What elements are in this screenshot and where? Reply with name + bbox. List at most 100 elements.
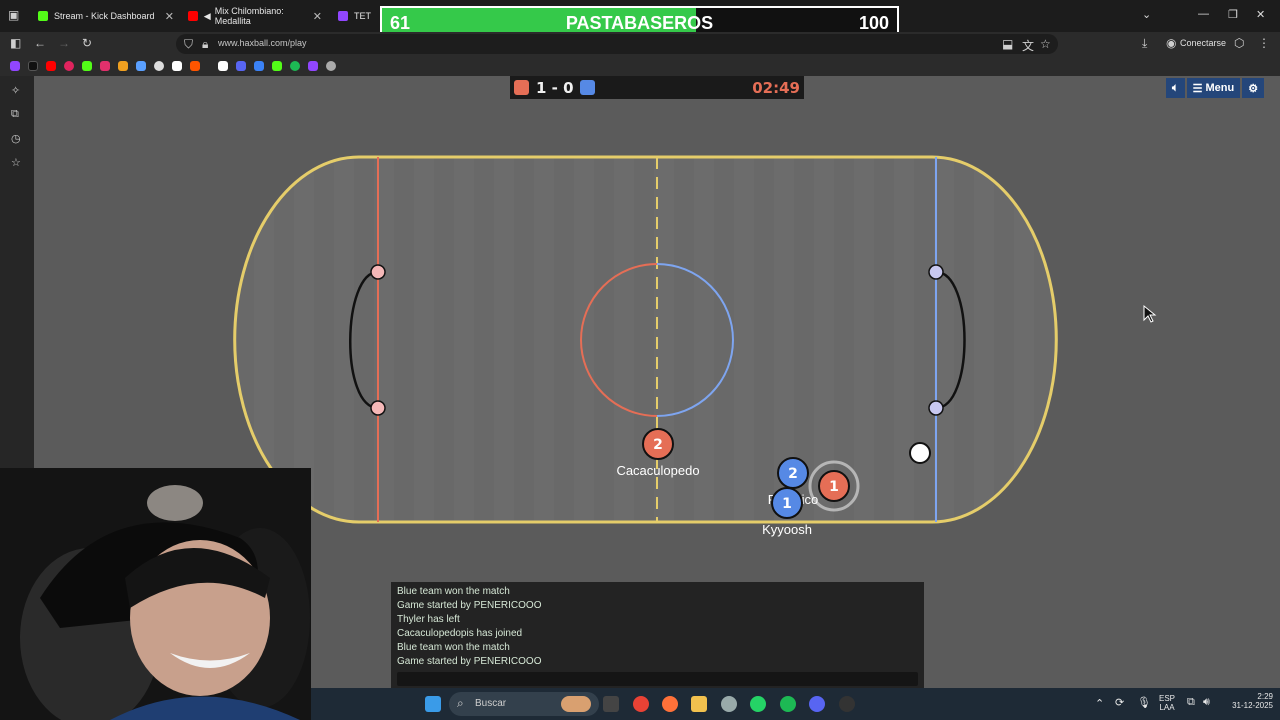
bookmark-white-icon[interactable] <box>172 61 182 71</box>
search-placeholder: Buscar <box>475 698 507 709</box>
red-goal-post <box>370 400 386 416</box>
audio-playing-icon[interactable]: ◀ <box>204 11 211 22</box>
microphone-icon[interactable]: 🎙︎ <box>1137 696 1151 709</box>
chat-input[interactable] <box>397 672 918 686</box>
profile-icon[interactable]: ◉ <box>1166 36 1176 50</box>
sidebar-toggle-icon[interactable]: ◧ <box>10 36 21 50</box>
close-icon[interactable]: ✕ <box>165 10 174 23</box>
bookmark-spotify-icon[interactable] <box>290 61 300 71</box>
chat-panel: Blue team won the match Game started by … <box>391 582 924 688</box>
bookmark-wave-icon[interactable] <box>254 61 264 71</box>
bookmark-cross-icon[interactable] <box>272 61 282 71</box>
collections-icon[interactable]: ⧉ <box>11 108 19 121</box>
minimize-icon[interactable]: — <box>1198 8 1209 20</box>
input-language[interactable]: ESP LAA <box>1159 694 1175 712</box>
install-app-icon[interactable]: ⬓ <box>1002 37 1013 51</box>
favorite-star-icon[interactable]: ☆ <box>1040 37 1051 51</box>
file-explorer-icon[interactable] <box>691 696 707 712</box>
chrome-icon[interactable] <box>633 696 649 712</box>
red-goal-post <box>370 264 386 280</box>
windows-start-icon[interactable] <box>425 696 441 712</box>
download-icon[interactable]: ⤓ <box>1142 36 1147 51</box>
player-number: 2 <box>788 466 798 482</box>
tab-actions-icon[interactable]: ▣ <box>8 8 19 22</box>
volume-icon[interactable]: 🔊︎ <box>1203 696 1210 709</box>
extensions-icon[interactable]: ⬡ <box>1234 36 1244 50</box>
back-icon[interactable]: ← <box>34 36 46 50</box>
clock-date: 31-12-2025 <box>1232 701 1273 710</box>
windows-taskbar: ⌕ Buscar ⌃ ⟳ 🎙︎ ESP LAA ⧉ 🔊︎ 2:29 31-12-… <box>311 688 1280 720</box>
tab-mix-chilombiano[interactable]: ◀ Mix Chilombiano: Medallita ✕ <box>180 4 328 28</box>
copilot-icon[interactable]: ✧ <box>11 84 20 97</box>
bookmark-soundcloud-icon[interactable] <box>190 61 200 71</box>
discord-icon[interactable] <box>809 696 825 712</box>
clock[interactable]: 2:29 31-12-2025 <box>1223 692 1273 710</box>
browser-toolbar: ◧ ← → ↻ ⛉ 🔒︎ www.haxball.com/play ⬓ 文 ☆ … <box>0 32 1280 56</box>
blue-goal-post <box>928 264 944 280</box>
speaker-icon: 🔈︎ <box>1172 81 1179 94</box>
network-icon[interactable]: ⧉ <box>1187 696 1195 709</box>
whatsapp-icon[interactable] <box>750 696 766 712</box>
tab-twitch[interactable]: TET <box>330 4 380 28</box>
match-timer: 02:49 <box>752 79 800 97</box>
sound-button[interactable]: 🔈︎ <box>1166 78 1185 98</box>
bookmark-instagram-icon[interactable] <box>100 61 110 71</box>
bookmark-drive-icon[interactable] <box>118 61 128 71</box>
bookmarks-bar <box>0 56 1280 76</box>
firefox-icon[interactable] <box>662 696 678 712</box>
spotify-icon[interactable] <box>780 696 796 712</box>
reload-icon[interactable]: ↻ <box>82 36 92 50</box>
address-bar[interactable]: ⛉ 🔒︎ www.haxball.com/play ⬓ 文 ☆ <box>176 34 1058 54</box>
bookmark-twitch-icon[interactable] <box>10 61 20 71</box>
player-name: Kyyoosh <box>762 522 812 537</box>
settings-button[interactable]: ⚙ <box>1242 78 1265 98</box>
tab-kick-dashboard[interactable]: Stream - Kick Dashboard ✕ <box>30 4 180 28</box>
menu-label: Menu <box>1205 82 1235 94</box>
bookmark-wheel-icon[interactable] <box>154 61 164 71</box>
tray-chevron-icon[interactable]: ⌃ <box>1095 697 1104 710</box>
bookmark-youtube-icon[interactable] <box>46 61 56 71</box>
chat-message: Blue team won the match <box>397 642 510 653</box>
bookmark-diamond-icon[interactable] <box>218 61 228 71</box>
chat-message: Blue team won the match <box>397 586 510 597</box>
lock-icon[interactable]: 🔒︎ <box>202 37 208 52</box>
search-highlight-icon <box>561 696 591 712</box>
bookmark-kick-icon[interactable] <box>82 61 92 71</box>
forward-icon[interactable]: → <box>58 36 70 50</box>
player-number: 2 <box>653 437 663 453</box>
chat-message: Game started by PENERICOOO <box>397 656 542 667</box>
bookmark-circle-icon[interactable] <box>64 61 74 71</box>
taskbar-search[interactable]: ⌕ Buscar <box>449 692 599 716</box>
menu-button[interactable]: ☰ Menu <box>1186 78 1241 98</box>
score-text: 1 - 0 <box>536 79 574 97</box>
favorites-icon[interactable]: ☆ <box>11 156 21 169</box>
bookmark-cloud-icon[interactable] <box>136 61 146 71</box>
chat-message: Cacaculopedopis has joined <box>397 628 523 639</box>
task-view-icon[interactable] <box>603 696 619 712</box>
history-icon[interactable]: ◷ <box>11 132 21 145</box>
tray-sync-icon[interactable]: ⟳ <box>1115 696 1124 709</box>
obs-icon[interactable] <box>839 696 855 712</box>
bookmark-globe-icon[interactable] <box>326 61 336 71</box>
translate-icon[interactable]: 文 <box>1022 37 1034 54</box>
window-close-icon[interactable]: ✕ <box>1256 8 1265 21</box>
bookmark-twitch-2-icon[interactable] <box>308 61 318 71</box>
shield-icon[interactable]: ⛉ <box>184 37 193 52</box>
app-icon[interactable] <box>721 696 737 712</box>
url-text[interactable]: www.haxball.com/play <box>218 38 307 48</box>
connect-button[interactable]: Conectarse <box>1180 38 1226 48</box>
hamburger-icon: ☰ <box>1192 82 1203 95</box>
language-code: ESP <box>1159 694 1176 703</box>
bookmark-tiktok-icon[interactable] <box>28 61 38 71</box>
banner-current-value: 61 <box>390 13 411 33</box>
more-options-icon[interactable]: ⋮ <box>1258 36 1270 50</box>
close-icon[interactable]: ✕ <box>313 10 322 23</box>
restore-icon[interactable]: ❐ <box>1228 8 1238 21</box>
gear-icon: ⚙ <box>1248 82 1259 95</box>
ball <box>909 442 931 464</box>
bookmark-discord-icon[interactable] <box>236 61 246 71</box>
red-team-indicator <box>514 80 529 95</box>
kick-icon <box>38 11 48 21</box>
tab-list-chevron-icon[interactable]: ⌄ <box>1142 8 1151 21</box>
clock-time: 2:29 <box>1257 692 1273 701</box>
